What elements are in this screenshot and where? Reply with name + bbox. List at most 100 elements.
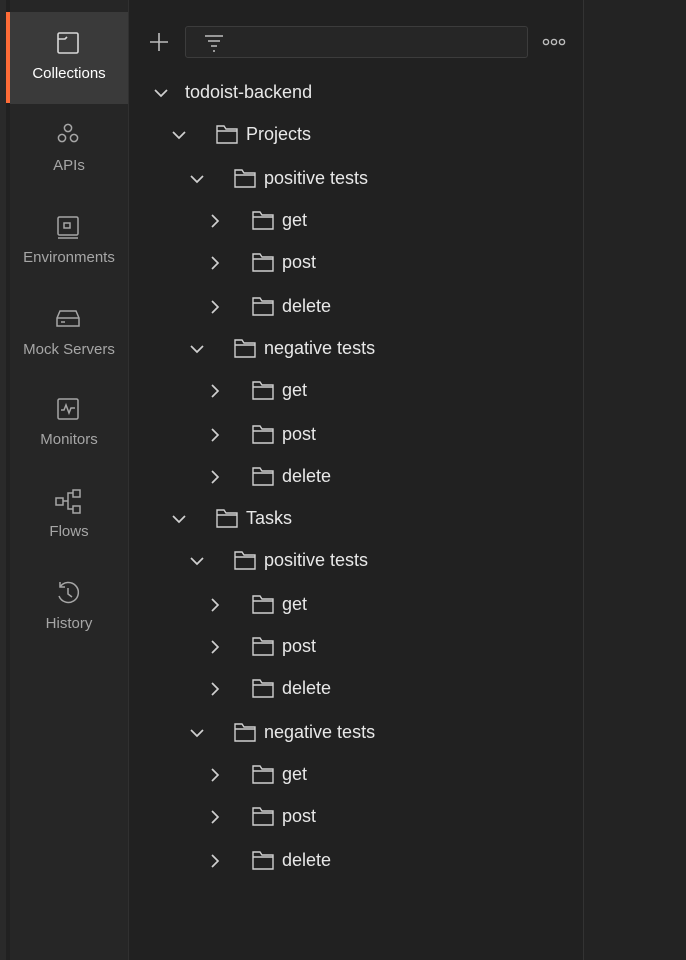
chevron-down-icon[interactable] — [187, 339, 207, 359]
folder-icon — [215, 507, 239, 529]
chevron-right-icon[interactable] — [205, 467, 225, 487]
sidebar-item-monitors[interactable]: Monitors — [10, 378, 128, 470]
folder-icon — [233, 549, 257, 571]
tree-item-label: delete — [282, 850, 332, 870]
chevron-down-icon[interactable] — [151, 83, 171, 103]
folder-icon — [233, 721, 257, 743]
chevron-right-icon[interactable] — [205, 211, 225, 231]
tree-folder[interactable]: post — [129, 415, 569, 455]
tree-folder[interactable]: delete — [129, 287, 569, 327]
tree-item-label: delete — [282, 466, 332, 486]
apis-icon — [53, 120, 83, 150]
folder-icon — [251, 635, 275, 657]
folder-icon — [251, 465, 275, 487]
tree-item-label: negative tests — [264, 338, 376, 358]
main-content-area — [584, 0, 686, 960]
chevron-right-icon[interactable] — [205, 595, 225, 615]
sidebar-item-label: History — [45, 615, 93, 632]
tree-folder[interactable]: post — [129, 627, 569, 667]
sidebar-item-label: Mock Servers — [23, 341, 115, 358]
more-options-icon — [542, 38, 566, 46]
chevron-down-icon[interactable] — [169, 509, 189, 529]
folder-icon — [251, 849, 275, 871]
chevron-right-icon[interactable] — [205, 679, 225, 699]
tree-item-label: delete — [282, 678, 332, 698]
chevron-down-icon[interactable] — [169, 125, 189, 145]
monitors-icon — [53, 394, 83, 424]
filter-input-box[interactable] — [185, 26, 528, 58]
tree-folder[interactable]: delete — [129, 457, 569, 497]
tree-item-label: Projects — [246, 124, 312, 144]
tree-item-label: todoist-backend — [185, 82, 313, 102]
tree-folder[interactable]: post — [129, 797, 569, 837]
folder-icon — [215, 123, 239, 145]
collections-panel: todoist-backend Projects positive tests get… — [129, 0, 584, 960]
folder-icon — [251, 251, 275, 273]
folder-icon — [251, 379, 275, 401]
tree-folder[interactable]: Tasks — [129, 499, 569, 539]
more-options-button[interactable] — [541, 34, 567, 50]
sidebar-item-mock-servers[interactable]: Mock Servers — [10, 288, 128, 380]
folder-icon — [233, 337, 257, 359]
folder-icon — [251, 423, 275, 445]
tree-item-label: post — [282, 806, 317, 826]
chevron-right-icon[interactable] — [205, 425, 225, 445]
sidebar-item-collections[interactable]: Collections — [10, 12, 128, 104]
tree-folder[interactable]: get — [129, 371, 569, 411]
collections-icon — [53, 28, 83, 58]
chevron-right-icon[interactable] — [205, 253, 225, 273]
sidebar-item-environments[interactable]: Environments — [10, 196, 128, 288]
sidebar-item-apis[interactable]: APIs — [10, 104, 128, 196]
environments-icon — [53, 212, 83, 242]
tree-item-label: get — [282, 764, 308, 784]
filter-icon — [205, 35, 223, 52]
folder-icon — [251, 763, 275, 785]
chevron-right-icon[interactable] — [205, 851, 225, 871]
sidebar-item-label: Environments — [23, 249, 115, 266]
tree-folder[interactable]: get — [129, 201, 569, 241]
tree-item-label: delete — [282, 296, 332, 316]
tree-folder[interactable]: get — [129, 755, 569, 795]
window-edge — [0, 0, 6, 960]
history-icon — [53, 578, 83, 608]
tree-folder[interactable]: Projects — [129, 115, 569, 155]
folder-icon — [251, 593, 275, 615]
folder-icon — [251, 805, 275, 827]
folder-icon — [233, 167, 257, 189]
chevron-right-icon[interactable] — [205, 297, 225, 317]
tree-item-label: post — [282, 636, 317, 656]
active-indicator — [6, 12, 10, 103]
tree-folder[interactable]: post — [129, 243, 569, 283]
folder-icon — [251, 677, 275, 699]
chevron-down-icon[interactable] — [187, 169, 207, 189]
tree-item-label: get — [282, 380, 308, 400]
filter-input[interactable] — [230, 31, 524, 55]
flows-icon — [53, 486, 83, 516]
tree-item-label: post — [282, 424, 317, 444]
tree-folder[interactable]: delete — [129, 841, 569, 881]
chevron-down-icon[interactable] — [187, 551, 207, 571]
tree-folder[interactable]: get — [129, 585, 569, 625]
folder-icon — [251, 209, 275, 231]
tree-item-label: Tasks — [246, 508, 293, 528]
add-collection-button[interactable] — [147, 30, 171, 54]
tree-item-label: get — [282, 594, 308, 614]
chevron-right-icon[interactable] — [205, 381, 225, 401]
chevron-right-icon[interactable] — [205, 637, 225, 657]
tree-folder[interactable]: delete — [129, 669, 569, 709]
tree-item-label: negative tests — [264, 722, 376, 742]
tree-collection[interactable]: todoist-backend — [129, 73, 569, 113]
sidebar-item-label: Collections — [32, 65, 106, 82]
chevron-right-icon[interactable] — [205, 765, 225, 785]
tree-folder[interactable]: negative tests — [129, 329, 569, 369]
chevron-down-icon[interactable] — [187, 723, 207, 743]
tree-folder[interactable]: negative tests — [129, 713, 569, 753]
tree-item-label: get — [282, 210, 308, 230]
tree-folder[interactable]: positive tests — [129, 541, 569, 581]
sidebar-item-label: Flows — [49, 523, 89, 540]
sidebar-item-history[interactable]: History — [10, 562, 128, 654]
chevron-right-icon[interactable] — [205, 807, 225, 827]
sidebar-item-flows[interactable]: Flows — [10, 470, 128, 562]
tree-folder[interactable]: positive tests — [129, 159, 569, 199]
sidebar-item-label: APIs — [53, 157, 85, 174]
